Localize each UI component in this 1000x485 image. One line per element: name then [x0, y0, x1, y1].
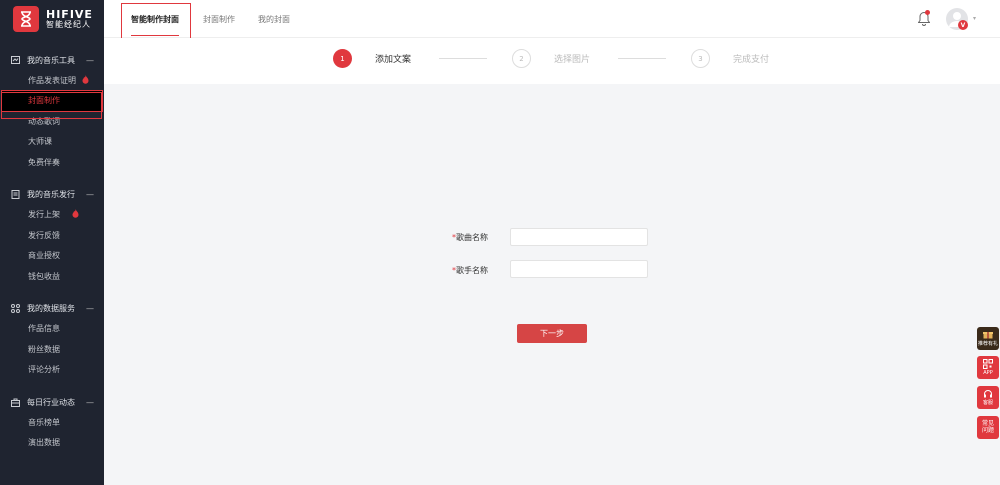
step-connector — [618, 58, 666, 59]
sidebar-item-comment-analysis[interactable]: 评论分析 — [0, 360, 104, 381]
song-name-label: *歌曲名称 — [452, 233, 488, 242]
sidebar-group-industry-news: 每日行业动态 — 音乐榜单 演出数据 — [0, 392, 104, 453]
step-1-label: 添加文案 — [375, 55, 412, 65]
brand-logo[interactable]: HIFIVE 智能经纪人 — [0, 0, 104, 38]
sidebar-item-release[interactable]: 发行上架 — [0, 205, 104, 226]
sidebar-item-work-info[interactable]: 作品信息 — [0, 319, 104, 340]
gift-icon — [983, 330, 993, 342]
hot-fire-icon — [72, 209, 79, 220]
sidebar: HIFIVE 智能经纪人 我的音乐工具 — 作品发表证明 封面制作 动态歌词 大… — [0, 0, 104, 485]
sidebar-group-header[interactable]: 我的音乐工具 — — [0, 50, 104, 70]
sidebar-item-fan-data[interactable]: 粉丝数据 — [0, 339, 104, 360]
step-2-circle: 2 — [512, 49, 531, 68]
sidebar-group-title: 我的音乐工具 — [27, 55, 75, 65]
step-progress: 1 添加文案 2 选择图片 3 完成支付 — [104, 38, 1000, 84]
sidebar-item-music-chart[interactable]: 音乐榜单 — [0, 412, 104, 433]
sidebar-item-commercial-license[interactable]: 商业授权 — [0, 246, 104, 267]
sidebar-item-work-certificate[interactable]: 作品发表证明 — [0, 70, 104, 91]
grid-icon — [11, 304, 20, 313]
sidebar-item-wallet[interactable]: 钱包收益 — [0, 266, 104, 287]
step-1-circle: 1 — [333, 49, 352, 68]
singer-name-label: *歌手名称 — [452, 266, 488, 275]
customer-service-button[interactable]: 客服 — [977, 386, 999, 409]
music-tool-icon — [11, 55, 20, 65]
collapse-icon[interactable]: — — [86, 398, 94, 407]
sidebar-group-header[interactable]: 我的数据服务 — — [0, 299, 104, 319]
tab-my-covers[interactable]: 我的封面 — [258, 0, 290, 38]
referral-gift-button[interactable]: 推荐有礼 — [977, 327, 999, 350]
sidebar-group-title: 我的数据服务 — [27, 304, 75, 313]
chevron-down-icon[interactable]: ▾ — [973, 15, 976, 22]
sidebar-group-data-service: 我的数据服务 — 作品信息 粉丝数据 评论分析 — [0, 299, 104, 381]
briefcase-icon — [11, 398, 20, 407]
collapse-icon[interactable]: — — [86, 190, 94, 199]
step-3-label: 完成支付 — [733, 55, 770, 65]
app-download-button[interactable]: APP — [977, 356, 999, 379]
step-3-circle: 3 — [691, 49, 710, 68]
notification-dot — [925, 10, 930, 15]
collapse-icon[interactable]: — — [86, 56, 94, 65]
faq-button[interactable]: 常见问题 — [977, 416, 999, 439]
top-bar: 智能制作封面 封面制作 我的封面 — [104, 0, 1000, 45]
singer-name-input[interactable] — [510, 260, 648, 278]
brand-name-en: HIFIVE — [46, 7, 93, 21]
sidebar-group-title: 每日行业动态 — [27, 397, 75, 407]
sidebar-item-performance-data[interactable]: 演出数据 — [0, 433, 104, 454]
tab-cover-making[interactable]: 封面制作 — [203, 0, 235, 38]
step-2-label: 选择图片 — [554, 55, 591, 65]
next-step-button[interactable]: 下一步 — [517, 324, 587, 343]
sidebar-item-masterclass[interactable]: 大师课 — [0, 132, 104, 153]
collapse-icon[interactable]: — — [86, 304, 94, 313]
hourglass-logo-icon — [13, 6, 39, 32]
sidebar-group-title: 我的音乐发行 — [27, 190, 75, 199]
sidebar-item-free-accompaniment[interactable]: 免费伴奏 — [0, 152, 104, 173]
document-icon — [11, 190, 20, 199]
sidebar-highlight-box — [1, 92, 102, 119]
sidebar-item-release-feedback[interactable]: 发行反馈 — [0, 225, 104, 246]
sidebar-group-header[interactable]: 我的音乐发行 — — [0, 185, 104, 205]
hot-fire-icon — [82, 74, 89, 86]
sidebar-group-header[interactable]: 每日行业动态 — — [0, 392, 104, 412]
step-connector — [439, 58, 487, 59]
song-name-input[interactable] — [510, 228, 648, 246]
brand-name-cn: 智能经纪人 — [46, 19, 91, 29]
sidebar-group-music-release: 我的音乐发行 — 发行上架 发行反馈 商业授权 钱包收益 — [0, 185, 104, 287]
vip-badge: V — [958, 20, 968, 30]
